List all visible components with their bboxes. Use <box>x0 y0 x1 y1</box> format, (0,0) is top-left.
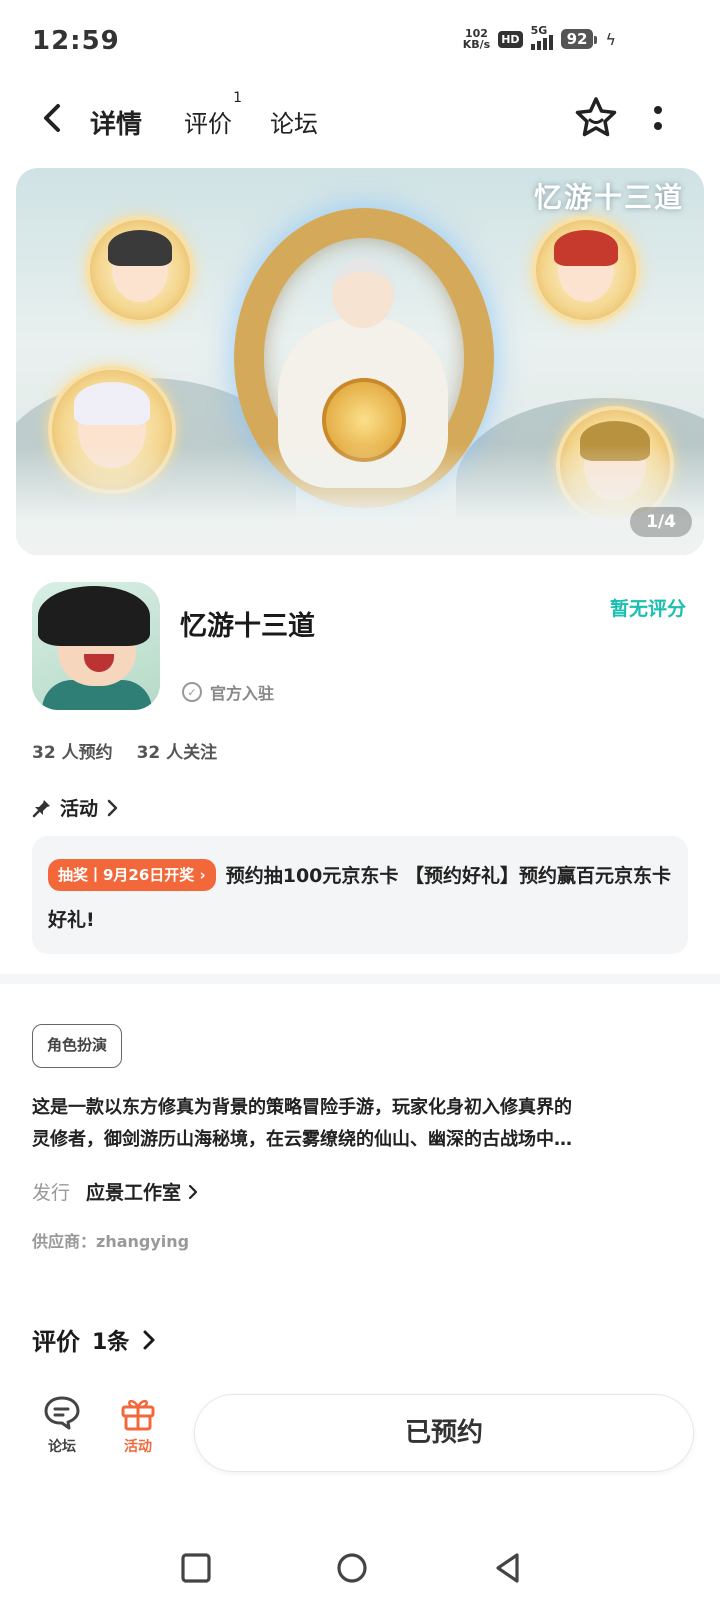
lottery-badge-label: 抽奖丨9月26日开奖 <box>58 865 195 884</box>
back-arrow-icon <box>44 104 60 132</box>
activity-shortcut-label: 活动 <box>124 1439 152 1455</box>
reviews-header[interactable]: 评价 1条 <box>32 1322 157 1357</box>
network-type: 5G <box>530 24 548 37</box>
official-label: 官方入驻 <box>210 684 275 703</box>
network-speed-unit: KB/s <box>462 38 491 51</box>
signal-icon: 5G <box>530 24 553 50</box>
recent-apps-button[interactable] <box>178 1550 214 1586</box>
reviews-title: 评价 <box>32 1328 80 1356</box>
banner-game-title: 忆游十三道 <box>533 181 684 214</box>
status-time: 12:59 <box>32 26 120 56</box>
tab-detail[interactable]: 详情 <box>86 104 145 141</box>
banner-cloud <box>16 445 704 555</box>
activity-header-label: 活动 <box>60 798 99 820</box>
reservation-count: 32 人预约 <box>32 743 113 763</box>
lottery-badge[interactable]: 抽奖丨9月26日开奖 › <box>48 858 216 891</box>
review-count-badge: 1 <box>233 90 242 106</box>
official-badge: ✓ 官方入驻 <box>182 680 274 704</box>
description-line: 灵修者，御剑游历山海秘境，在云雾缭绕的仙山、幽深的古战场中… <box>32 1129 572 1150</box>
home-button[interactable] <box>334 1550 370 1586</box>
tab-detail-label: 详情 <box>90 110 143 140</box>
forum-shortcut[interactable]: 论坛 <box>32 1394 92 1456</box>
battery-icon: 92 <box>560 29 598 49</box>
activity-shortcut[interactable]: 活动 <box>108 1394 168 1456</box>
status-bar: 12:59 102 KB/s HD 5G 92 ϟ <box>0 0 720 86</box>
app-icon <box>32 582 160 710</box>
status-icons: 102 KB/s HD 5G 92 ϟ <box>463 24 616 50</box>
app-stats: 32 人预约 32 人关注 <box>32 738 217 763</box>
square-icon <box>181 1553 211 1583</box>
gift-icon <box>121 1399 155 1431</box>
tab-forum[interactable]: 论坛 <box>270 104 318 139</box>
chevron-right-icon <box>107 799 118 816</box>
publisher-label: 发行 <box>32 1182 71 1204</box>
carousel-page-indicator: 1/4 <box>630 507 692 537</box>
system-back-button[interactable] <box>490 1550 526 1586</box>
genre-tag[interactable]: 角色扮演 <box>32 1024 123 1068</box>
rating-status: 暂无评分 <box>609 598 686 620</box>
chevron-right-icon <box>143 1330 155 1349</box>
game-description[interactable]: 这是一款以东方修真为背景的策略冒险手游，玩家化身初入修真界的 灵修者，御剑游历山… <box>32 1092 688 1156</box>
chevron-right-icon <box>188 1184 198 1199</box>
tab-review[interactable]: 评价 1 <box>184 90 242 139</box>
more-vertical-icon <box>654 106 662 130</box>
tab-review-label: 评价 <box>184 110 232 138</box>
favorite-button[interactable] <box>572 94 620 142</box>
banner-character-medal <box>86 216 194 324</box>
network-speed: 102 KB/s <box>463 28 490 50</box>
star-icon <box>575 97 617 137</box>
app-name: 忆游十三道 <box>180 611 315 642</box>
supplier-info: 供应商：zhangying <box>32 1232 190 1251</box>
forum-shortcut-label: 论坛 <box>48 1439 76 1455</box>
banner-carousel[interactable]: 忆游十三道 1/4 <box>16 168 704 555</box>
system-nav-bar <box>0 1540 720 1605</box>
more-options-button[interactable] <box>648 96 668 140</box>
section-divider <box>0 974 720 984</box>
tab-forum-label: 论坛 <box>270 110 318 138</box>
activity-header[interactable]: 活动 <box>32 794 120 821</box>
reviews-count: 1条 <box>92 1329 130 1355</box>
bottom-action-bar: 论坛 活动 已预约 <box>0 1380 720 1490</box>
reserved-button[interactable]: 已预约 <box>194 1394 694 1472</box>
charging-icon: ϟ <box>605 29 616 49</box>
chat-bubble-icon <box>44 1396 80 1430</box>
top-nav: 详情 评价 1 论坛 <box>0 86 720 152</box>
triangle-back-icon <box>496 1553 519 1583</box>
publisher-row[interactable]: 发行 应景工作室 <box>32 1178 199 1205</box>
description-line: 这是一款以东方修真为背景的策略冒险手游，玩家化身初入修真界的 <box>32 1097 572 1118</box>
banner-character-medal <box>532 216 640 324</box>
pin-icon <box>32 799 50 817</box>
hd-icon: HD <box>498 30 523 48</box>
follower-count: 32 人关注 <box>136 743 218 763</box>
back-button[interactable] <box>34 98 74 138</box>
circle-icon <box>337 1553 367 1583</box>
publisher-link[interactable]: 应景工作室 <box>86 1178 199 1205</box>
check-circle-icon: ✓ <box>182 682 202 702</box>
banner-sage-head <box>332 258 394 328</box>
activity-card[interactable]: 抽奖丨9月26日开奖 › 预约抽100元京东卡 【预约好礼】预约赢百元京东卡好礼! <box>32 836 688 954</box>
publisher-name: 应景工作室 <box>86 1182 182 1204</box>
